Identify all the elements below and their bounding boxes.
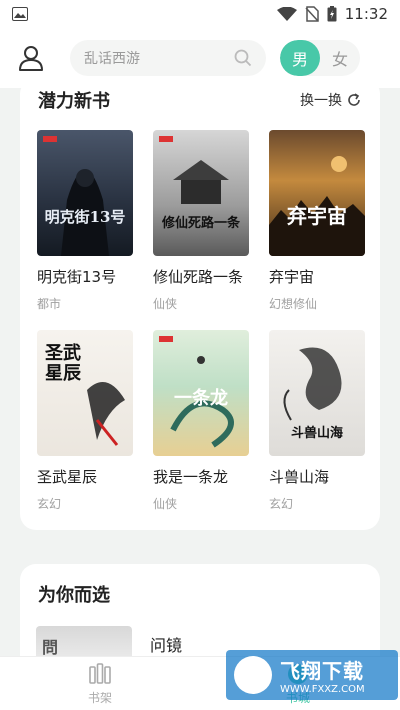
search-icon[interactable] — [234, 49, 252, 67]
wifi-icon — [276, 7, 297, 21]
hooded-figure-art — [43, 136, 109, 256]
refresh-icon — [348, 93, 360, 106]
cover-title-text: 明克街13号 — [44, 208, 126, 226]
book-cover[interactable]: 圣武星辰 — [37, 330, 133, 456]
city-silhouette-art — [269, 156, 365, 256]
book-genre: 玄幻 — [269, 497, 294, 511]
watermark-url: WWW.FXXZ.COM — [280, 684, 365, 695]
watermark-overlay: 飞翔下载 WWW.FXXZ.COM — [226, 650, 398, 700]
nav-bookshelf[interactable]: 书架 — [70, 661, 130, 706]
book-title: 明克街13号 — [37, 268, 117, 286]
book-title: 我是一条龙 — [153, 468, 229, 486]
book-genre: 都市 — [37, 297, 62, 311]
book-card[interactable]: 斗兽山海 斗兽山海 玄幻 — [269, 330, 365, 512]
gender-male-option[interactable]: 男 — [280, 40, 320, 76]
image-notification-icon — [12, 7, 28, 21]
search-placeholder: 乱话西游 — [84, 51, 140, 67]
clock: 11:32 — [344, 5, 388, 23]
nav-bookshelf-label: 书架 — [87, 691, 112, 705]
cover-title-text: 圣武星辰 — [45, 343, 81, 384]
cover-title-text: 一条龙 — [174, 388, 228, 409]
search-bar[interactable]: 乱话西游 — [70, 40, 266, 76]
watermark-logo-icon — [234, 656, 272, 694]
book-card[interactable]: 弃宇宙 弃宇宙 幻想修仙 — [269, 130, 365, 312]
section-title: 潜力新书 — [38, 91, 110, 112]
book-card[interactable]: 圣武星辰 圣武星辰 玄幻 — [37, 330, 133, 512]
no-sim-icon — [305, 6, 319, 22]
book-title: 弃宇宙 — [269, 268, 315, 286]
book-cover[interactable]: 弃宇宙 — [269, 130, 365, 256]
refresh-label: 换一换 — [300, 93, 342, 109]
book-cover[interactable]: 一条龙 — [153, 330, 249, 456]
book-title: 圣武星辰 — [37, 468, 98, 486]
temple-art — [159, 136, 229, 204]
book-genre: 幻想修仙 — [269, 297, 318, 311]
book-card[interactable]: 修仙死路一条 修仙死路一条 仙侠 — [153, 130, 249, 312]
book-cover[interactable]: 斗兽山海 — [269, 330, 365, 456]
book-card[interactable]: 明克街13号 明克街13号 都市 — [37, 130, 133, 312]
book-genre: 仙侠 — [153, 497, 178, 511]
book-grid: 明克街13号 明克街13号 都市 修仙死路一条 修仙死路一条 仙侠 弃宇宙 弃宇… — [37, 130, 365, 512]
book-title: 修仙死路一条 — [153, 268, 244, 286]
gender-toggle: 男 女 — [280, 40, 360, 76]
book-genre: 仙侠 — [153, 297, 178, 311]
potential-new-books-section: 潜力新书 换一换 明克街13号 明克街13号 都市 修仙死路一条 修仙死路一条 … — [20, 78, 380, 530]
section-title: 为你而选 — [38, 585, 110, 606]
watermark-title: 飞翔下载 — [280, 659, 364, 683]
battery-charging-icon — [327, 6, 337, 22]
cover-title-text: 修仙死路一条 — [161, 216, 240, 231]
book-cover[interactable]: 明克街13号 — [37, 130, 133, 256]
book-card[interactable]: 一条龙 我是一条龙 仙侠 — [153, 330, 249, 512]
book-title: 斗兽山海 — [269, 468, 330, 486]
book-cover[interactable]: 修仙死路一条 — [153, 130, 249, 256]
status-bar: 11:32 — [0, 0, 400, 28]
refresh-button[interactable]: 换一换 — [300, 90, 362, 110]
gender-female-option[interactable]: 女 — [320, 40, 360, 76]
cover-title-text: 弃宇宙 — [287, 204, 347, 228]
cover-title-text: 斗兽山海 — [290, 426, 343, 441]
bookshelf-icon — [89, 663, 111, 684]
user-profile-icon[interactable] — [16, 43, 46, 73]
book-genre: 玄幻 — [37, 497, 62, 511]
book-title: 问镜 — [150, 636, 183, 655]
